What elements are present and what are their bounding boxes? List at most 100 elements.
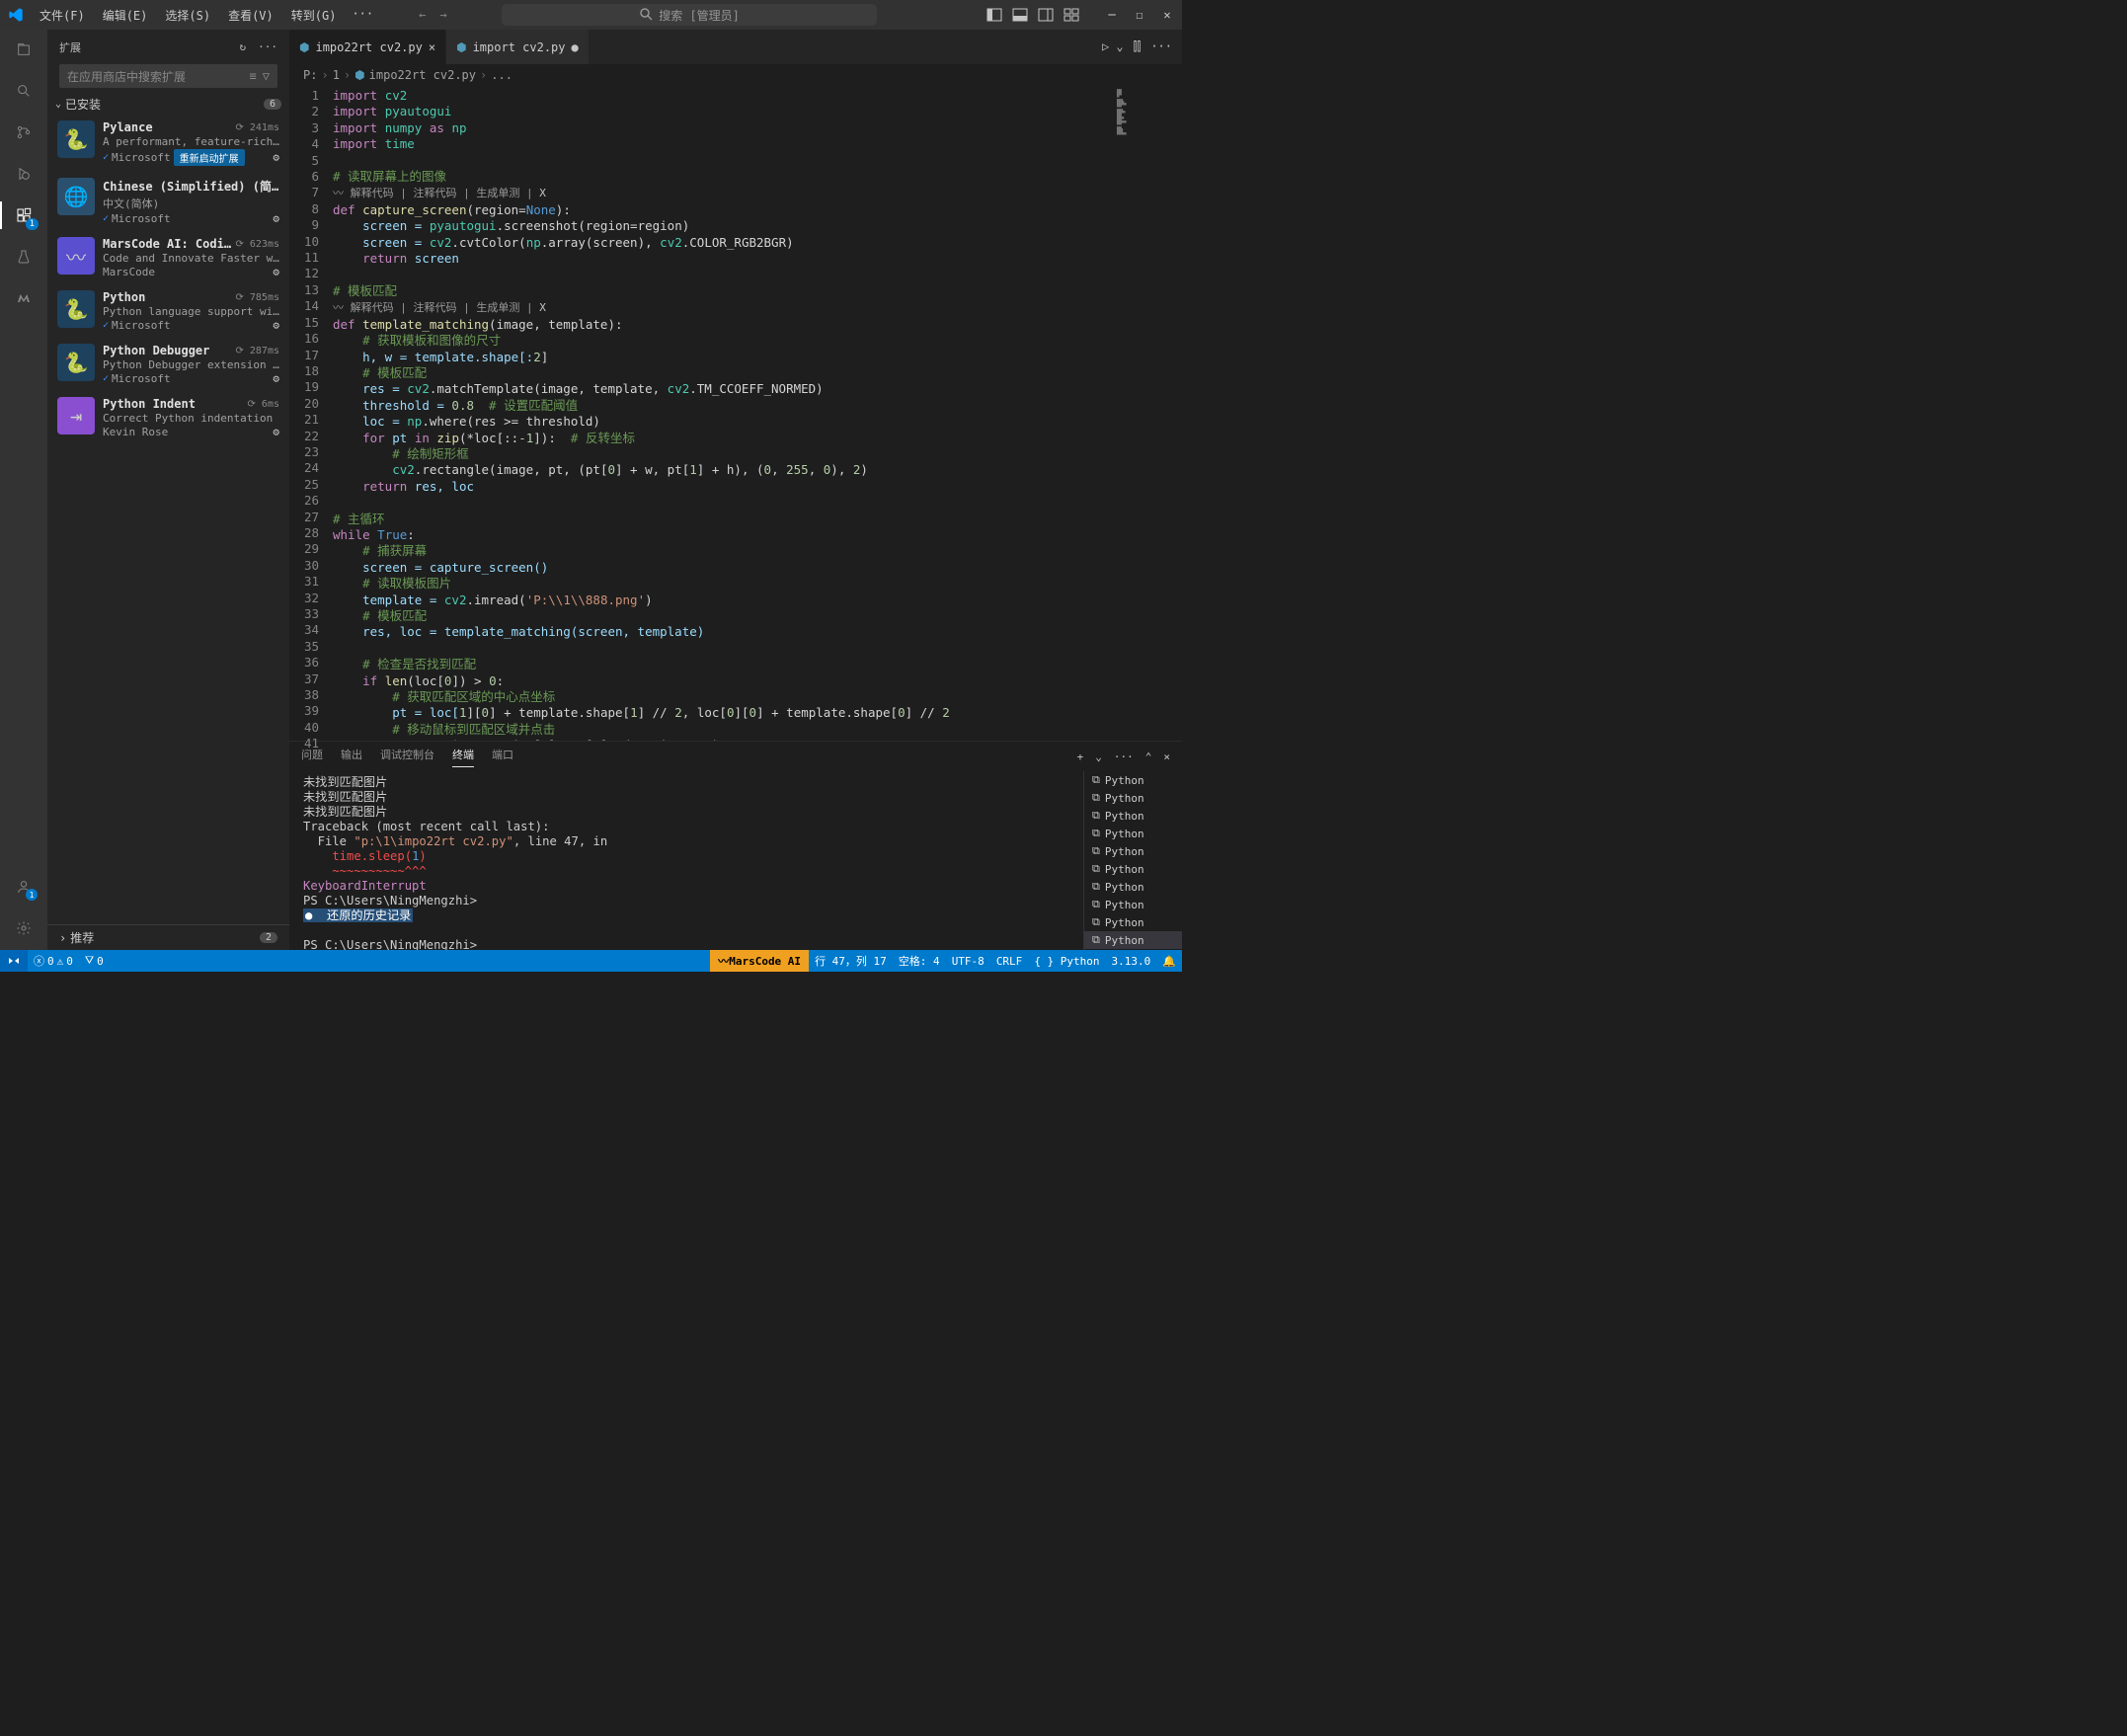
extensions-tab[interactable]: 1 [12, 203, 36, 227]
menu-file[interactable]: 文件(F) [32, 3, 93, 28]
tab-impo22rt[interactable]: ⬢ impo22rt cv2.py × [289, 30, 446, 64]
maximize-button[interactable]: ☐ [1133, 8, 1146, 22]
terminal-list-item[interactable]: ⧉Python [1084, 896, 1182, 913]
gear-icon[interactable]: ⚙ [273, 212, 279, 225]
accounts-tab[interactable]: 1 [12, 875, 36, 899]
nav-back[interactable]: ← [419, 8, 426, 22]
breadcrumb[interactable]: P:› 1› ⬢ impo22rt cv2.py› ... [289, 64, 1182, 86]
refresh-icon[interactable]: ↻ [240, 40, 247, 53]
terminal-output[interactable]: 未找到匹配图片 未找到匹配图片 未找到匹配图片 Traceback (most … [289, 771, 1083, 950]
filter-lines-icon[interactable]: ≡ [250, 69, 257, 83]
tab-import[interactable]: ⬢ import cv2.py ● [446, 30, 590, 64]
status-errors[interactable]: ⓧ 0 ⚠ 0 [28, 953, 79, 969]
menu-edit[interactable]: 编辑(E) [95, 3, 156, 28]
menu-view[interactable]: 查看(V) [220, 3, 281, 28]
layout-toggle-bottom-icon[interactable] [1012, 7, 1028, 23]
layout-toggle-right-icon[interactable] [1038, 7, 1054, 23]
more-actions-icon[interactable]: ··· [258, 40, 277, 53]
terminal-list-item[interactable]: ⧉Python [1084, 807, 1182, 825]
menu-more[interactable]: ··· [346, 3, 379, 28]
minimap[interactable]: ████████████████████████████████████████… [1113, 86, 1182, 741]
extension-name: Python Debugger [103, 344, 209, 357]
extension-item[interactable]: 🐍 Python⟳ 785ms Python language support … [47, 284, 289, 338]
marscode-tab[interactable] [12, 286, 36, 310]
run-debug-tab[interactable] [12, 162, 36, 186]
close-button[interactable]: ✕ [1160, 8, 1174, 22]
menu-select[interactable]: 选择(S) [157, 3, 218, 28]
terminal-list-item[interactable]: ⧉Python [1084, 931, 1182, 949]
extension-search-input[interactable]: 在应用商店中搜索扩展 ≡ ▽ [59, 64, 277, 88]
python-file-icon: ⬢ [354, 68, 364, 82]
terminal-list-item[interactable]: ⧉Python [1084, 860, 1182, 878]
terminal-item-label: Python [1105, 863, 1144, 876]
chevron-down-icon: ⌄ [55, 99, 61, 110]
extension-action-button[interactable]: 重新启动扩展 [174, 149, 245, 166]
panel-close-icon[interactable]: × [1163, 750, 1170, 763]
crumb[interactable]: 1 [333, 68, 340, 82]
crumb[interactable]: P: [303, 68, 317, 82]
status-marscode[interactable]: 〰 MarsCode AI [710, 950, 809, 972]
status-notifications-icon[interactable]: 🔔 [1156, 955, 1182, 968]
extension-publisher: MarsCode [103, 266, 155, 278]
source-control-tab[interactable] [12, 120, 36, 144]
command-center[interactable]: 搜索 [管理员] [502, 4, 877, 26]
new-terminal-icon[interactable]: + [1077, 750, 1084, 763]
explorer-tab[interactable] [12, 38, 36, 61]
status-indentation[interactable]: 空格: 4 [893, 953, 946, 969]
verified-icon: ✓ [103, 152, 109, 163]
terminal-list-item[interactable]: ⧉Python [1084, 771, 1182, 789]
terminal-dropdown-icon[interactable]: ⌄ [1095, 750, 1102, 763]
chevron-right-icon: › [59, 931, 66, 945]
filter-funnel-icon[interactable]: ▽ [263, 69, 270, 83]
panel-tab-ports[interactable]: 端口 [492, 747, 513, 766]
panel-tab-terminal[interactable]: 终端 [452, 747, 474, 767]
status-cursor[interactable]: 行 47，列 17 [809, 953, 893, 969]
minimize-button[interactable]: ─ [1105, 8, 1119, 22]
testing-tab[interactable] [12, 245, 36, 269]
status-ports[interactable]: ⛛ 0 [79, 954, 110, 968]
terminal-list-item[interactable]: ⧉Python [1084, 913, 1182, 931]
panel-tab-debug[interactable]: 调试控制台 [380, 747, 434, 766]
tab-dirty-icon[interactable]: ● [572, 40, 579, 54]
panel-tab-output[interactable]: 输出 [341, 747, 362, 766]
extension-item[interactable]: ⇥ Python Indent⟳ 6ms Correct Python inde… [47, 391, 289, 444]
nav-forward[interactable]: → [439, 8, 446, 22]
customize-layout-icon[interactable] [1064, 7, 1079, 23]
terminal-list-item[interactable]: ⧉Python [1084, 878, 1182, 896]
status-language[interactable]: { } Python [1028, 955, 1105, 968]
terminal-list-item[interactable]: ⧉Python [1084, 842, 1182, 860]
split-editor-icon[interactable]: ⫿⫿ [1134, 39, 1142, 54]
settings-tab[interactable] [12, 916, 36, 940]
gear-icon[interactable]: ⚙ [273, 266, 279, 278]
gear-icon[interactable]: ⚙ [273, 372, 279, 385]
crumb[interactable]: impo22rt cv2.py [369, 68, 476, 82]
panel-more-icon[interactable]: ··· [1114, 750, 1134, 763]
panel-maximize-icon[interactable]: ⌃ [1145, 750, 1152, 763]
search-tab[interactable] [12, 79, 36, 103]
extension-item[interactable]: 〰 MarsCode AI: Coding Ass...⟳ 623ms Code… [47, 231, 289, 284]
extension-loadtime: ⟳ 623ms [235, 239, 279, 250]
menu-goto[interactable]: 转到(G) [283, 3, 345, 28]
terminal-list-item[interactable]: ⧉Python [1084, 825, 1182, 842]
status-eol[interactable]: CRLF [990, 955, 1029, 968]
remote-indicator[interactable] [0, 950, 28, 972]
status-encoding[interactable]: UTF-8 [946, 955, 990, 968]
recommend-section-header[interactable]: › 推荐 2 [47, 924, 289, 950]
extension-item[interactable]: 🐍 Python Debugger⟳ 287ms Python Debugger… [47, 338, 289, 391]
crumb[interactable]: ... [491, 68, 512, 82]
installed-label: 已安装 [65, 96, 101, 113]
tab-close-icon[interactable]: × [429, 40, 435, 54]
gear-icon[interactable]: ⚙ [273, 319, 279, 332]
text-editor[interactable]: 1234567891011121314151617181920212223242… [289, 86, 1182, 741]
code-content[interactable]: import cv2import pyautoguiimport numpy a… [333, 86, 1113, 741]
extension-item[interactable]: 🌐 Chinese (Simplified) (简体中文) L... 中文(简体… [47, 172, 289, 231]
terminal-list-item[interactable]: ⧉Python [1084, 789, 1182, 807]
status-python-version[interactable]: 3.13.0 [1106, 955, 1157, 968]
extension-item[interactable]: 🐍 Pylance⟳ 241ms A performant, feature-r… [47, 115, 289, 172]
layout-toggle-left-icon[interactable] [986, 7, 1002, 23]
gear-icon[interactable]: ⚙ [273, 151, 279, 164]
editor-more-icon[interactable]: ··· [1150, 39, 1172, 54]
installed-section-header[interactable]: ⌄ 已安装 6 [47, 94, 289, 115]
gear-icon[interactable]: ⚙ [273, 426, 279, 438]
run-button[interactable]: ▷ ⌄ [1102, 39, 1124, 54]
